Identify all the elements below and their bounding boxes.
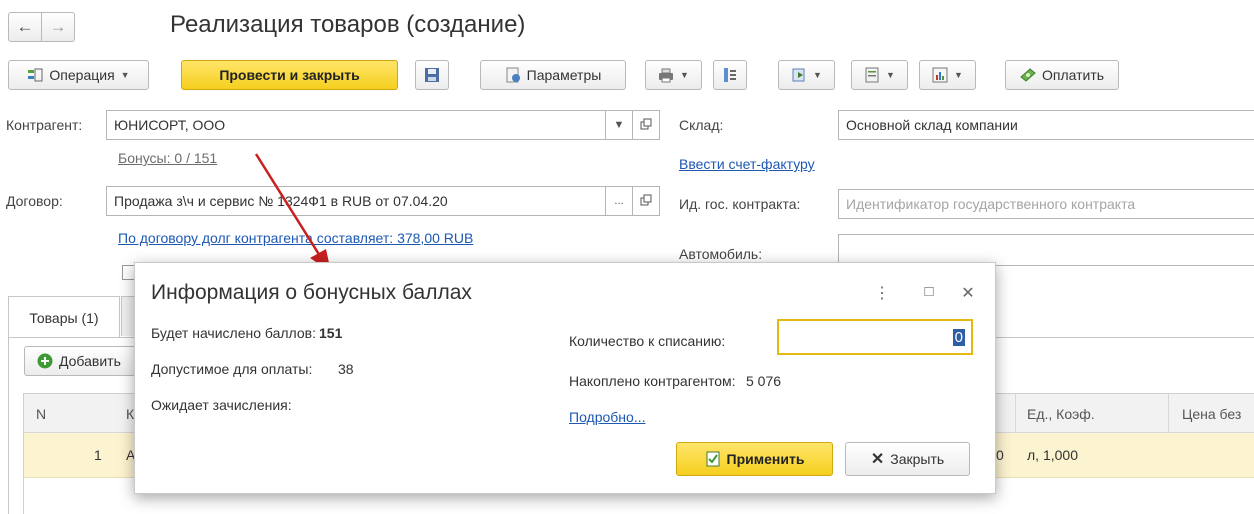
apply-button[interactable]: Применить: [676, 442, 833, 476]
dialog-close-x-button[interactable]: ✕: [957, 283, 979, 305]
floppy-disk-icon: [424, 67, 440, 83]
open-window-icon: [640, 118, 652, 133]
printer-icon: [658, 67, 674, 83]
counterparty-field[interactable]: ЮНИСОРТ, ООО: [106, 110, 606, 140]
bonus-info-dialog: Информация о бонусных баллах ⋮ □ ✕ Будет…: [134, 262, 996, 494]
related-documents-button[interactable]: ▼: [851, 60, 908, 90]
document-list-icon: [864, 67, 880, 83]
column-divider: [1168, 394, 1169, 432]
column-header-unit[interactable]: Ед., Коэф.: [1027, 395, 1095, 433]
close-x-icon: ✕: [870, 451, 885, 468]
more-vertical-icon: ⋮: [874, 285, 890, 302]
operation-label: Операция: [49, 67, 115, 83]
gov-contract-field[interactable]: Идентификатор государственного контракта: [838, 189, 1254, 219]
print-dropdown-button[interactable]: ▼: [645, 60, 702, 90]
chevron-down-icon: ▼: [954, 70, 963, 80]
car-label: Автомобиль:: [679, 246, 763, 262]
chevron-down-icon: ▼: [886, 70, 895, 80]
writeoff-label: Количество к списанию:: [569, 333, 726, 349]
dialog-title: Информация о бонусных баллах: [151, 281, 472, 304]
column-header-k[interactable]: К: [126, 395, 134, 433]
document-settings-icon: [505, 67, 521, 83]
pay-label: Оплатить: [1041, 67, 1105, 83]
red-arrow-annotation: [254, 153, 331, 272]
contract-field[interactable]: Продажа з\ч и сервис № 1324Ф1 в RUB от 0…: [106, 186, 606, 216]
row-partial-value: 0: [996, 447, 1004, 463]
tab-goods-label: Товары (1): [29, 309, 99, 326]
open-window-icon: [640, 194, 652, 209]
warehouse-field[interactable]: Основной склад компании: [838, 110, 1254, 140]
forward-button[interactable]: →: [41, 12, 75, 42]
chevron-down-icon: ▼: [120, 70, 130, 80]
allowed-for-payment-value: 38: [338, 361, 354, 377]
operation-dropdown-button[interactable]: Операция ▼: [8, 60, 149, 90]
row-unit: л, 1,000: [1027, 447, 1078, 463]
close-button[interactable]: ✕ Закрыть: [845, 442, 970, 476]
apply-label: Применить: [726, 451, 805, 467]
pending-accrual-label: Ожидает зачисления:: [151, 397, 292, 413]
gov-contract-label: Ид. гос. контракта:: [679, 196, 801, 212]
arrow-right-icon: →: [49, 17, 67, 36]
details-link[interactable]: Подробно...: [569, 409, 646, 425]
arrow-left-icon: ←: [16, 17, 34, 36]
contract-open-button[interactable]: [632, 186, 660, 216]
back-button[interactable]: ←: [8, 12, 42, 42]
column-header-n[interactable]: N: [36, 395, 46, 433]
close-label: Закрыть: [890, 451, 945, 467]
dialog-maximize-button[interactable]: □: [918, 283, 940, 305]
chevron-down-icon: ▼: [813, 70, 822, 80]
structure-button[interactable]: [713, 60, 747, 90]
document-check-icon: [705, 451, 721, 467]
maximize-icon: □: [924, 283, 934, 300]
enter-invoice-link[interactable]: Ввести счет-фактуру: [679, 156, 815, 172]
warehouse-label: Склад:: [679, 117, 724, 133]
bonuses-link[interactable]: Бонусы: 0 / 151: [118, 150, 217, 166]
gov-contract-placeholder: Идентификатор государственного контракта: [846, 196, 1136, 212]
pay-button[interactable]: Оплатить: [1005, 60, 1119, 90]
counterparty-dropdown-button[interactable]: ▼: [605, 110, 633, 140]
money-icon: [1020, 67, 1036, 83]
create-based-on-button[interactable]: ▼: [778, 60, 835, 90]
tab-goods[interactable]: Товары (1): [8, 296, 120, 338]
parameters-button[interactable]: Параметры: [480, 60, 626, 90]
counterparty-value: ЮНИСОРТ, ООО: [114, 117, 226, 133]
allowed-for-payment-label: Допустимое для оплаты:: [151, 361, 313, 377]
hierarchy-icon: [722, 67, 738, 83]
accumulated-value: 5 076: [746, 373, 782, 389]
post-and-close-button[interactable]: Провести и закрыть: [181, 60, 398, 90]
row-number: 1: [94, 447, 102, 463]
report-chart-icon: [932, 67, 948, 83]
accumulated-label: Накоплено контрагентом:: [569, 373, 736, 389]
chevron-down-icon: ▼: [680, 70, 689, 80]
contract-label: Договор:: [6, 193, 63, 209]
column-header-price[interactable]: Цена без: [1182, 395, 1241, 433]
plus-circle-icon: [37, 353, 53, 369]
writeoff-value: 0: [952, 328, 965, 346]
contract-select-button[interactable]: ...: [605, 186, 633, 216]
writeoff-input[interactable]: 0: [777, 319, 973, 355]
dialog-menu-button[interactable]: ⋮: [871, 283, 893, 305]
post-and-close-label: Провести и закрыть: [219, 67, 360, 83]
operation-icon: [27, 67, 43, 83]
reports-dropdown-button[interactable]: ▼: [919, 60, 976, 90]
column-divider: [1015, 394, 1016, 432]
page-title: Реализация товаров (создание): [170, 11, 526, 38]
warehouse-value: Основной склад компании: [846, 117, 1018, 133]
counterparty-label: Контрагент:: [6, 117, 83, 133]
close-icon: ✕: [961, 285, 975, 302]
will-accrue-label: Будет начислено баллов:: [151, 325, 316, 341]
document-create-icon: [791, 67, 807, 83]
chevron-down-icon: ▼: [613, 119, 625, 131]
will-accrue-value: 151: [319, 325, 343, 341]
counterparty-open-button[interactable]: [632, 110, 660, 140]
add-row-label: Добавить: [59, 353, 121, 369]
save-button[interactable]: [415, 60, 449, 90]
add-row-button[interactable]: Добавить: [24, 346, 144, 376]
parameters-label: Параметры: [526, 67, 602, 83]
ellipsis-icon: ...: [614, 195, 624, 207]
